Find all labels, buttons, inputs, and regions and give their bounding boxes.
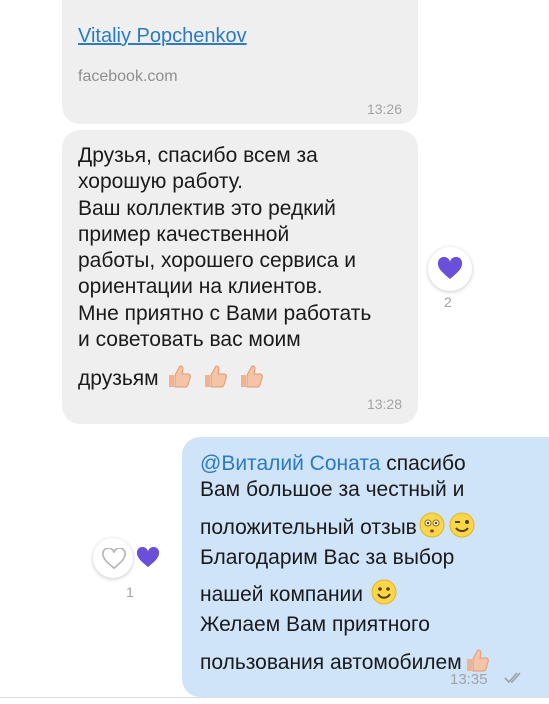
message-line: Желаем Вам приятного [200, 613, 430, 637]
message-bubble-outgoing[interactable]: @Виталий Соната спасибо Вам большое за ч… [182, 437, 549, 697]
thumbs-up-icon [166, 363, 192, 396]
message-line-with-emoji: положительный отзыв [200, 512, 530, 545]
reaction-count: 2 [444, 294, 452, 310]
message-time: 13:26 [366, 101, 402, 117]
thumbs-up-icon [202, 363, 228, 396]
message-line: Вам большое за честный и [200, 478, 465, 502]
message-time: 13:28 [366, 396, 402, 412]
message-bubble-link[interactable]: Vitaliy Popchenkov facebook.com 13:26 [62, 0, 418, 124]
link-title[interactable]: Vitaliy Popchenkov [78, 25, 247, 48]
message-line: пример качественной [78, 222, 290, 246]
message-text: @Виталий Соната спасибо Вам большое за ч… [200, 451, 530, 680]
reaction-button[interactable] [93, 538, 133, 578]
message-line: Друзья, спасибо всем за [78, 144, 318, 167]
link-domain: facebook.com [78, 68, 178, 85]
mention-link[interactable]: @Виталий Соната [200, 452, 380, 475]
double-check-icon [504, 671, 524, 690]
message-line-with-emoji: нашей компании [200, 579, 530, 612]
message-line: ориентации на клиентов. [78, 275, 323, 299]
thumbs-up-icon [238, 363, 264, 396]
message-line: хорошую работу. [78, 170, 243, 194]
smile-icon [371, 579, 397, 612]
message-line: @Виталий Соната спасибо [200, 451, 530, 477]
message-line: Ваш коллектив это редкий [78, 196, 336, 220]
message-text: Друзья, спасибо всем за хорошую работу. … [78, 143, 413, 397]
message-bubble-incoming[interactable]: Друзья, спасибо всем за хорошую работу. … [62, 130, 418, 424]
divider [0, 697, 549, 698]
message-line-with-emoji: друзьям [78, 363, 413, 396]
message-line: Благодарим Вас за выбор [200, 545, 455, 569]
message-time: 13:35 [450, 671, 488, 688]
message-line: и советовать вас моим [78, 328, 301, 352]
message-line-text: спасибо [380, 452, 466, 475]
wink-icon [449, 512, 475, 545]
message-line: пользования автомобилем [200, 650, 462, 674]
blush-icon [419, 512, 445, 545]
reaction-button[interactable] [428, 247, 472, 291]
reaction-group [93, 538, 161, 578]
message-line: друзьям [78, 367, 159, 391]
message-line: Мне приятно с Вами работать [78, 301, 372, 325]
message-line: нашей компании [200, 583, 369, 607]
heart-icon[interactable] [136, 546, 160, 574]
message-line: работы, хорошего сервиса и [78, 249, 357, 273]
message-line: положительный отзыв [200, 515, 417, 539]
reaction-count: 1 [126, 584, 134, 600]
